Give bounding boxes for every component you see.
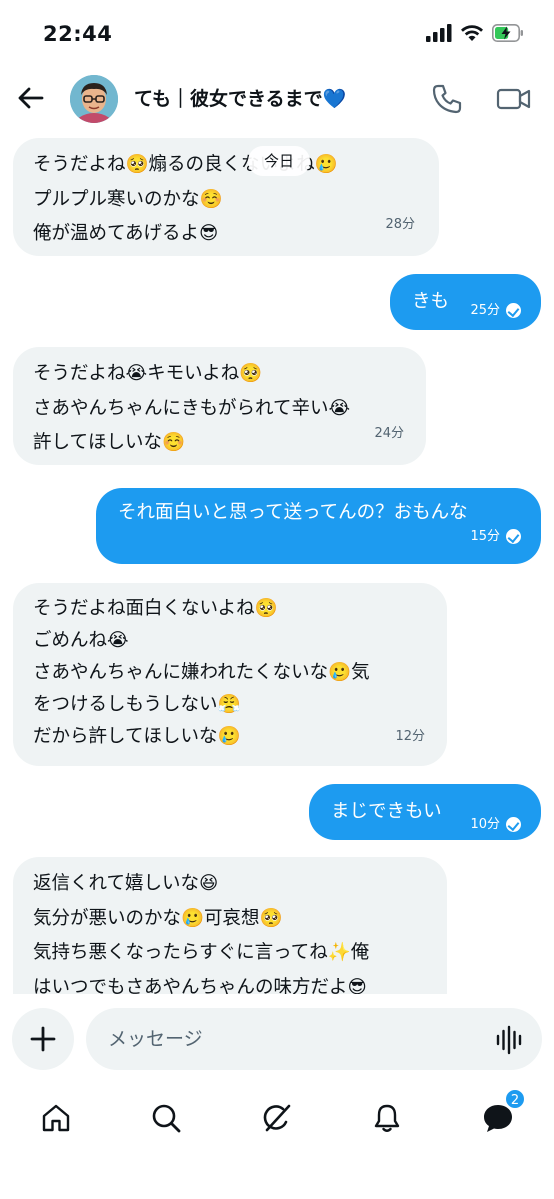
conversation-title[interactable]: ても｜彼女できるまで💙 bbox=[134, 84, 346, 111]
video-call-button[interactable] bbox=[496, 82, 532, 116]
wifi-icon bbox=[461, 25, 483, 41]
avatar-image bbox=[70, 75, 118, 123]
voice-message-button[interactable] bbox=[494, 1025, 524, 1055]
read-check-icon bbox=[506, 817, 521, 832]
tab-notifications[interactable] bbox=[365, 1096, 409, 1140]
tab-grok[interactable] bbox=[255, 1096, 299, 1140]
message-line: プルプル寒いのかな☺️ bbox=[33, 188, 223, 210]
back-button[interactable] bbox=[12, 80, 48, 116]
message-line: はいつでもさあやんちゃんの味方だよ😎 bbox=[33, 976, 367, 995]
message-line: 許してほしいな☺️ bbox=[33, 432, 185, 453]
signal-icon bbox=[426, 24, 452, 42]
read-check-icon bbox=[506, 303, 521, 318]
message-line: さあやんちゃんにきもがられて辛い😭 bbox=[33, 397, 351, 419]
message-line: ごめんね😭 bbox=[33, 630, 129, 651]
tab-home[interactable] bbox=[34, 1096, 78, 1140]
add-media-button[interactable] bbox=[12, 1008, 74, 1070]
message-input[interactable] bbox=[86, 1008, 542, 1070]
message-bubble-incoming[interactable]: そうだよね😭キモいよね🥺 さあやんちゃんにきもがられて辛い😭 許してほしいな☺️… bbox=[13, 347, 426, 465]
message-composer bbox=[0, 994, 554, 1084]
battery-charging-icon bbox=[492, 24, 523, 42]
message-line: 返信くれて嬉しいな😆 bbox=[33, 873, 219, 894]
message-bubble-outgoing[interactable]: まじできもい 10分 bbox=[309, 784, 541, 840]
avatar[interactable] bbox=[70, 75, 118, 123]
message-line: さあやんちゃんに嫌われたくないな🥲気 bbox=[33, 662, 370, 683]
message-line: そうだよね🥺煽るの良くないよね🥲 bbox=[33, 154, 338, 175]
message-bubble-incoming[interactable]: 返信くれて嬉しいな😆 気分が悪いのかな🥲可哀想🥺 気持ち悪くなったらすぐに言って… bbox=[13, 857, 447, 994]
status-bar: 22:44 bbox=[0, 0, 554, 70]
message-time: 15分 bbox=[470, 520, 521, 555]
read-check-icon bbox=[506, 528, 521, 544]
message-line: 気分が悪いのかな🥲可哀想🥺 bbox=[33, 907, 283, 929]
message-time: 24分 bbox=[374, 425, 404, 441]
message-time: 28分 bbox=[385, 216, 415, 232]
message-line: をつけるしもうしない😤 bbox=[33, 694, 241, 715]
conversation-name: ても｜彼女できるまで bbox=[134, 88, 323, 110]
status-icons bbox=[426, 24, 524, 42]
message-line: 俺が温めてあげるよ😎 bbox=[33, 223, 219, 244]
message-time-text: 15分 bbox=[470, 528, 500, 544]
message-line: そうだよね😭キモいよね🥺 bbox=[33, 363, 263, 384]
message-line: だから許してほしいな🥲 bbox=[33, 726, 241, 747]
call-button[interactable] bbox=[430, 82, 464, 116]
back-arrow-icon bbox=[18, 87, 44, 109]
tab-messages[interactable]: 2 bbox=[476, 1088, 526, 1140]
phone-icon bbox=[432, 84, 462, 114]
grok-icon bbox=[263, 1104, 291, 1132]
status-time: 22:44 bbox=[43, 22, 113, 46]
notifications-icon bbox=[374, 1104, 400, 1132]
plus-icon bbox=[30, 1026, 56, 1052]
message-line: 気持ち悪くなったらすぐに言ってね✨俺 bbox=[33, 942, 370, 963]
bottom-tab-bar: 2 bbox=[0, 1084, 554, 1199]
message-bubble-outgoing[interactable]: それ面白いと思って送ってんの？おもんな 15分 bbox=[96, 488, 541, 564]
message-bubble-outgoing[interactable]: きも 25分 bbox=[390, 274, 541, 330]
message-time-text: 10分 bbox=[470, 817, 500, 832]
message-bubble-incoming[interactable]: そうだよね面白くないよね🥺 ごめんね😭 さあやんちゃんに嫌われたくないな🥲気 を… bbox=[13, 583, 447, 766]
message-line: そうだよね面白くないよね🥺 bbox=[33, 598, 278, 619]
message-line: それ面白いと思って送ってんの？おもんな bbox=[118, 502, 468, 523]
home-icon bbox=[42, 1104, 70, 1132]
blue-heart-emoji: 💙 bbox=[322, 88, 347, 110]
message-thread[interactable]: そうだよね🥺煽るの良くないよね🥲 プルプル寒いのかな☺️ 俺が温めてあげるよ😎 … bbox=[0, 128, 554, 994]
tab-search[interactable] bbox=[144, 1096, 188, 1140]
search-icon bbox=[152, 1104, 181, 1133]
video-icon bbox=[496, 88, 531, 110]
message-time-text: 25分 bbox=[470, 303, 500, 318]
voice-waveform-icon bbox=[496, 1025, 522, 1055]
messages-badge: 2 bbox=[504, 1088, 526, 1110]
date-separator: 今日 bbox=[248, 146, 310, 176]
message-time: 10分 bbox=[470, 808, 521, 843]
message-time: 12分 bbox=[395, 728, 425, 744]
conversation-header: ても｜彼女できるまで💙 bbox=[0, 70, 554, 128]
message-time: 25分 bbox=[470, 294, 521, 329]
message-bubble-incoming[interactable]: そうだよね🥺煽るの良くないよね🥲 プルプル寒いのかな☺️ 俺が温めてあげるよ😎 … bbox=[13, 138, 439, 256]
